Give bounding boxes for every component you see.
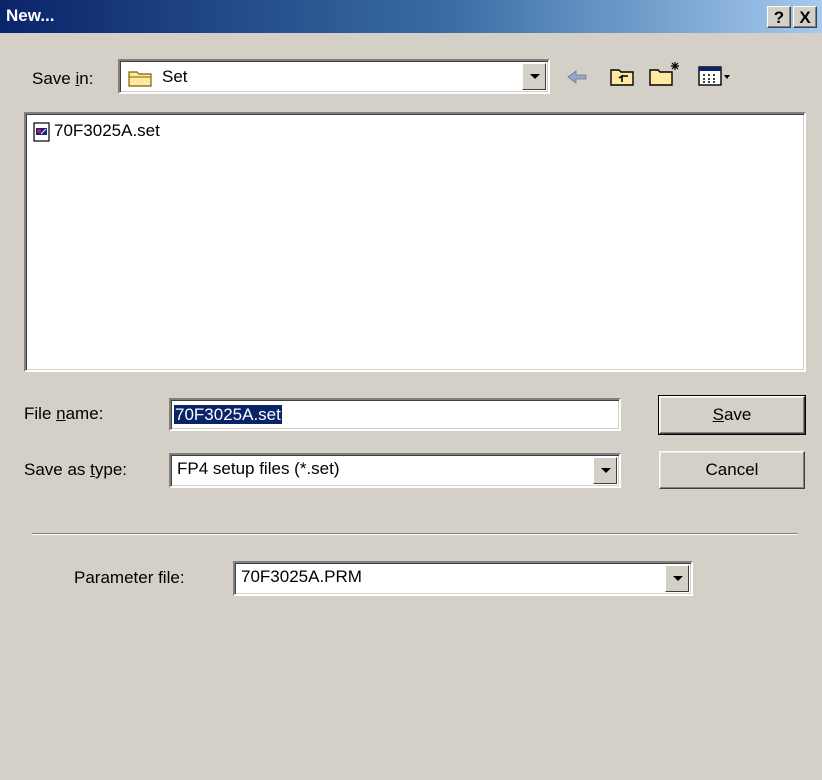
save-in-dropdown-button[interactable] — [522, 63, 546, 90]
back-icon[interactable] — [566, 68, 590, 91]
parameter-file-label: Parameter file: — [74, 568, 185, 587]
save-button[interactable]: Save — [658, 395, 806, 435]
close-button[interactable]: X — [793, 6, 817, 28]
save-in-label: Save in: — [32, 69, 94, 88]
file-name-label: File name: — [24, 404, 104, 423]
help-button[interactable]: ? — [767, 6, 791, 28]
file-name-value: 70F3025A.set — [174, 405, 282, 424]
title-bar[interactable]: New... ? X — [0, 0, 822, 33]
save-in-combo[interactable]: Set — [118, 59, 550, 94]
view-menu-icon[interactable] — [698, 64, 734, 93]
separator — [32, 533, 798, 535]
parameter-file-dropdown-button[interactable] — [665, 565, 689, 592]
save-in-value: Set — [162, 67, 188, 86]
file-list[interactable]: 70F3025A.set — [24, 112, 806, 372]
file-name-text: 70F3025A.set — [54, 121, 160, 140]
up-folder-icon[interactable] — [609, 64, 637, 93]
save-as-type-select[interactable]: FP4 setup files (*.set) — [169, 453, 621, 488]
setup-file-icon — [32, 122, 52, 147]
save-as-type-label: Save as type: — [24, 460, 128, 479]
parameter-file-select[interactable]: 70F3025A.PRM — [233, 561, 693, 596]
new-folder-icon[interactable] — [648, 60, 682, 93]
window-title: New... — [6, 6, 55, 25]
save-as-type-dropdown-button[interactable] — [593, 457, 617, 484]
save-as-type-value: FP4 setup files (*.set) — [177, 459, 340, 478]
folder-icon — [128, 68, 154, 93]
parameter-file-value: 70F3025A.PRM — [241, 567, 362, 586]
cancel-button[interactable]: Cancel — [659, 451, 805, 489]
file-name-input[interactable]: 70F3025A.set — [169, 398, 621, 431]
